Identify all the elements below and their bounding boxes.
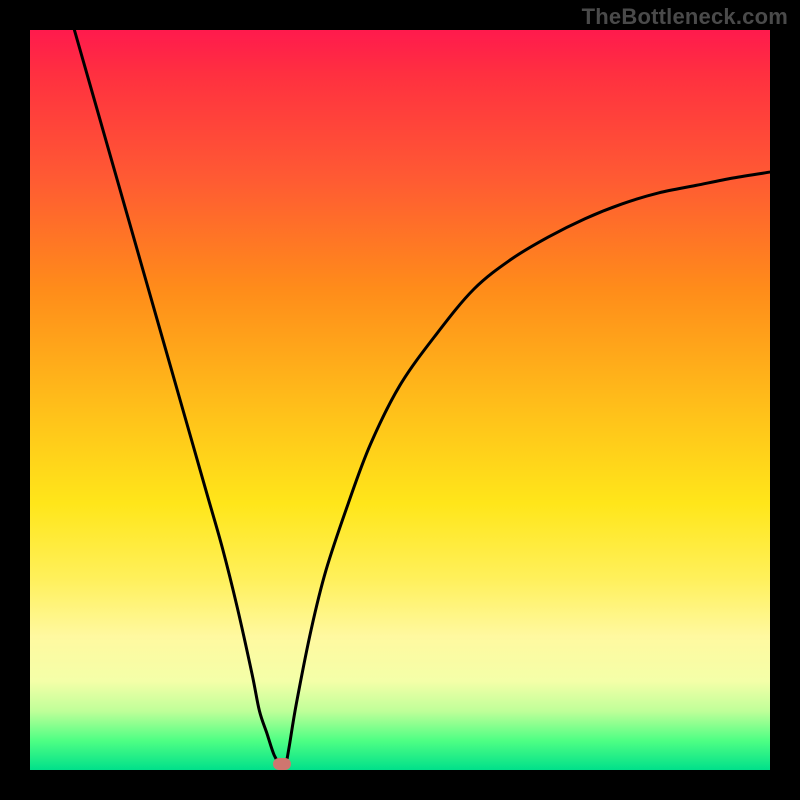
- chart-frame: [30, 30, 770, 770]
- bottleneck-curve: [74, 30, 770, 768]
- watermark-text: TheBottleneck.com: [582, 4, 788, 30]
- minimum-marker: [273, 758, 291, 770]
- chart-curve-svg: [30, 30, 770, 770]
